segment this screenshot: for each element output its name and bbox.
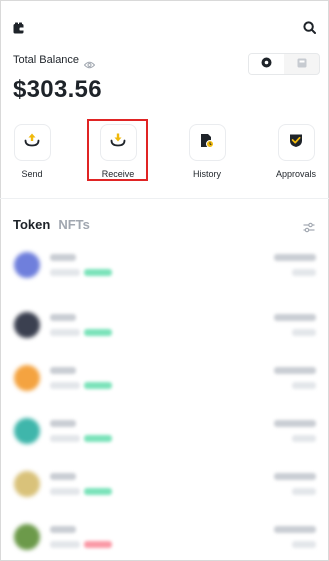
token-price (50, 382, 80, 389)
top-bar (0, 0, 329, 48)
token-logo (14, 312, 40, 338)
approvals-tile[interactable] (277, 124, 315, 161)
token-amount (274, 314, 316, 321)
balance-label: Total Balance (13, 54, 80, 66)
view-toggle (248, 53, 320, 75)
tab-nfts[interactable]: NFTs (58, 217, 90, 232)
token-amount (274, 367, 316, 374)
token-logo (14, 365, 40, 391)
card-view-icon (297, 55, 307, 73)
approvals-button[interactable]: Approvals (266, 124, 326, 179)
token-logo (14, 418, 40, 444)
token-price (50, 541, 80, 548)
token-amount (274, 420, 316, 427)
token-value (292, 541, 316, 548)
action-bar: Send Receive History Approvals (0, 124, 329, 184)
history-label: History (192, 169, 221, 179)
token-change (84, 382, 112, 389)
wallet-icon[interactable] (13, 21, 25, 34)
token-symbol (50, 526, 76, 533)
token-change (84, 269, 112, 276)
token-symbol (50, 473, 76, 480)
token-amount (274, 254, 316, 261)
token-logo (14, 524, 40, 550)
approvals-icon (289, 133, 303, 153)
eye-icon[interactable] (83, 56, 96, 69)
token-price (50, 329, 80, 336)
token-price (50, 435, 80, 442)
send-label: Send (21, 169, 43, 179)
token-view-icon (261, 55, 272, 73)
history-button[interactable]: History (177, 124, 237, 179)
token-symbol (50, 314, 76, 321)
asset-tabs: Token NFTs (13, 217, 90, 232)
token-value (292, 329, 316, 336)
balance-label-row: Total Balance (13, 54, 96, 69)
send-button[interactable]: Send (2, 124, 62, 179)
token-logo (14, 252, 40, 278)
token-change (84, 329, 112, 336)
token-value (292, 382, 316, 389)
token-value (292, 269, 316, 276)
token-row[interactable] (0, 463, 329, 503)
section-divider (0, 198, 329, 199)
token-amount (274, 526, 316, 533)
token-symbol (50, 420, 76, 427)
search-icon[interactable] (303, 21, 316, 34)
token-change (84, 435, 112, 442)
token-price (50, 488, 80, 495)
filter-icon[interactable] (303, 220, 315, 233)
token-logo (14, 471, 40, 497)
send-tile[interactable] (13, 124, 51, 161)
token-amount (274, 473, 316, 480)
token-change (84, 488, 112, 495)
history-icon (200, 133, 214, 153)
token-change (84, 541, 112, 548)
token-price (50, 269, 80, 276)
token-row[interactable] (0, 516, 329, 556)
approvals-label: Approvals (275, 169, 317, 179)
token-row[interactable] (0, 410, 329, 450)
history-tile[interactable] (188, 124, 226, 161)
token-row[interactable] (0, 357, 329, 397)
toggle-card-view[interactable] (284, 54, 319, 74)
token-symbol (50, 367, 76, 374)
balance-value: $303.56 (13, 76, 102, 103)
toggle-token-view[interactable] (249, 54, 284, 74)
token-row[interactable] (0, 304, 329, 344)
token-value (292, 435, 316, 442)
tab-token[interactable]: Token (13, 217, 50, 232)
token-value (292, 488, 316, 495)
token-symbol (50, 254, 76, 261)
token-row[interactable] (0, 244, 329, 284)
receive-highlight (87, 119, 148, 181)
send-icon (24, 133, 40, 152)
